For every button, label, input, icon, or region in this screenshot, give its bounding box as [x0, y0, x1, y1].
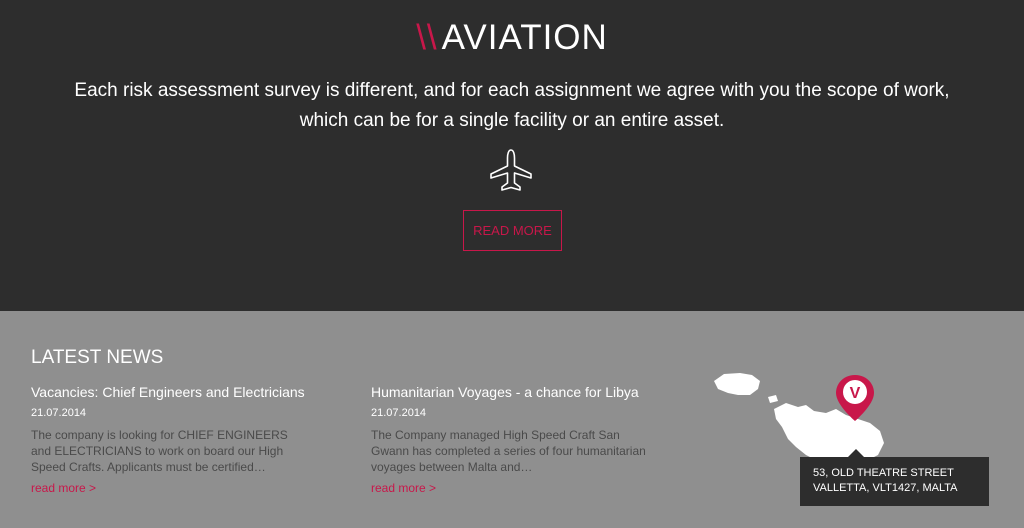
- address-pointer: [848, 449, 864, 457]
- address-line-2: VALLETTA, VLT1427, MALTA: [813, 482, 958, 494]
- gozo-island-shape: [714, 373, 760, 395]
- read-more-button[interactable]: READ MORE: [463, 210, 562, 251]
- news-section: LATEST NEWS Vacancies: Chief Engineers a…: [0, 311, 1024, 528]
- news-date: 21.07.2014: [371, 407, 427, 419]
- read-more-link[interactable]: read more >: [31, 481, 96, 495]
- address-box: 53, OLD THEATRE STREET VALLETTA, VLT1427…: [800, 457, 989, 506]
- hero-section: \\ AVIATION Each risk assessment survey i…: [0, 0, 1024, 311]
- comino-island-shape: [768, 395, 778, 403]
- malta-island-shape: [774, 403, 884, 465]
- news-title[interactable]: Humanitarian Voyages - a chance for Liby…: [371, 383, 651, 401]
- hero-description: Each risk assessment survey is different…: [74, 80, 950, 131]
- airplane-icon: [490, 149, 532, 191]
- news-date: 21.07.2014: [31, 407, 87, 419]
- news-excerpt: The Company managed High Speed Craft San…: [371, 428, 646, 474]
- news-item: Humanitarian Voyages - a chance for Liby…: [371, 383, 651, 496]
- read-more-link[interactable]: read more >: [371, 481, 436, 495]
- news-title[interactable]: Vacancies: Chief Engineers and Electrici…: [31, 383, 311, 401]
- title-slashes: \\: [416, 18, 438, 57]
- hero-title: \\ AVIATION: [0, 18, 1024, 58]
- pin-letter: V: [850, 385, 861, 402]
- latest-news-heading: LATEST NEWS: [31, 347, 164, 368]
- address-line-1: 53, OLD THEATRE STREET: [813, 467, 954, 479]
- hero-title-text: AVIATION: [441, 18, 608, 57]
- news-item: Vacancies: Chief Engineers and Electrici…: [31, 383, 311, 496]
- news-excerpt: The company is looking for CHIEF ENGINEE…: [31, 428, 288, 474]
